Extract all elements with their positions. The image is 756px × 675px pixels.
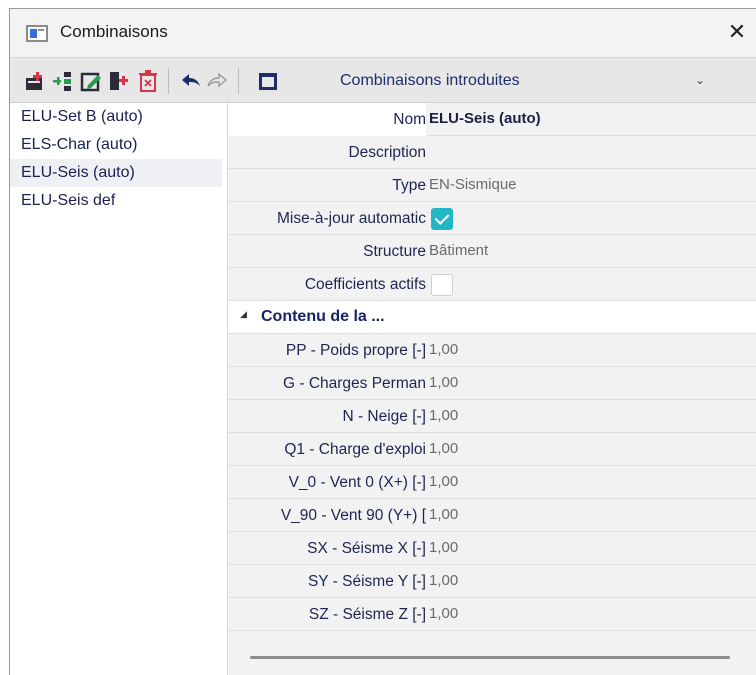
list-item[interactable]: ELU-Seis def xyxy=(10,187,222,215)
load-case-row: Q1 - Charge d'exploi 1,00 xyxy=(228,433,756,466)
property-row-auto-update: Mise-à-jour automatic xyxy=(228,202,756,235)
load-case-label: SY - Séisme Y [-] xyxy=(307,573,426,590)
copy-icon[interactable] xyxy=(108,70,130,92)
chevron-down-icon[interactable]: ⌄ xyxy=(695,73,705,87)
property-label: Coefficients actifs xyxy=(304,276,426,293)
coefficient-field[interactable]: 1,00 xyxy=(429,400,756,433)
new-combination-icon[interactable] xyxy=(24,70,46,92)
edit-icon[interactable] xyxy=(80,70,102,92)
coefficient-field[interactable]: 1,00 xyxy=(429,367,756,400)
property-label: Nom xyxy=(228,103,426,136)
load-case-row: SX - Séisme X [-] 1,00 xyxy=(228,532,756,565)
load-case-row: SY - Séisme Y [-] 1,00 xyxy=(228,565,756,598)
coefficient-field[interactable]: 1,00 xyxy=(429,433,756,466)
section-title: Contenu de la ... xyxy=(261,308,385,325)
load-case-label: SX - Séisme X [-] xyxy=(307,540,426,557)
load-case-label: SZ - Séisme Z [-] xyxy=(308,606,426,623)
load-case-label: N - Neige [-] xyxy=(342,408,426,425)
toolbar-separator xyxy=(238,68,239,94)
table-icon[interactable] xyxy=(258,70,278,92)
property-row-type: Type EN-Sismique xyxy=(228,169,756,202)
collapse-arrow-icon[interactable]: ◢ xyxy=(240,310,247,320)
auto-update-checkbox[interactable] xyxy=(431,208,453,230)
section-header-content[interactable]: ◢ Contenu de la ... xyxy=(228,301,756,334)
load-case-label: V_0 - Vent 0 (X+) [-] xyxy=(288,474,426,491)
horizontal-scrollbar[interactable] xyxy=(250,656,730,659)
title-bar[interactable]: Combinaisons ✕ xyxy=(10,9,756,57)
coefficient-field[interactable]: 1,00 xyxy=(429,499,756,532)
property-row-nom: Nom ELU-Seis (auto) xyxy=(228,103,756,136)
property-row-coefficients: Coefficients actifs xyxy=(228,268,756,301)
property-label: Description xyxy=(348,144,426,161)
load-case-label: V_90 - Vent 90 (Y+) [ xyxy=(280,507,426,524)
structure-value[interactable]: Bâtiment xyxy=(429,235,756,268)
redo-icon[interactable] xyxy=(206,70,228,92)
close-button[interactable]: ✕ xyxy=(717,9,756,57)
load-case-row: G - Charges Perman 1,00 xyxy=(228,367,756,400)
description-field[interactable] xyxy=(429,136,756,169)
combinations-dialog: Combinaisons ✕ Combinaisons introduites … xyxy=(9,8,756,675)
list-item[interactable]: ELU-Set B (auto) xyxy=(10,103,222,131)
window-title: Combinaisons xyxy=(60,22,168,41)
coefficient-field[interactable]: 1,00 xyxy=(429,334,756,367)
list-item[interactable]: ELS-Char (auto) xyxy=(10,131,222,159)
type-value[interactable]: EN-Sismique xyxy=(429,169,756,202)
load-case-label: G - Charges Perman xyxy=(283,375,426,392)
property-label: Mise-à-jour automatic xyxy=(276,210,426,227)
load-case-label: Q1 - Charge d'exploi xyxy=(284,441,426,458)
coefficient-field[interactable]: 1,00 xyxy=(429,565,756,598)
combinations-filter-dropdown[interactable]: Combinaisons introduites ⌄ xyxy=(328,64,748,98)
insert-icon[interactable] xyxy=(52,70,74,92)
load-case-row: V_90 - Vent 90 (Y+) [ 1,00 xyxy=(228,499,756,532)
toolbar: Combinaisons introduites ⌄ xyxy=(10,57,756,103)
property-label: Structure xyxy=(363,243,426,260)
combination-list: ELU-Set B (auto) ELS-Char (auto) ELU-Sei… xyxy=(10,103,228,675)
load-case-row: SZ - Séisme Z [-] 1,00 xyxy=(228,598,756,631)
coefficient-field[interactable]: 1,00 xyxy=(429,598,756,631)
dropdown-value: Combinaisons introduites xyxy=(340,72,520,89)
property-row-description: Description xyxy=(228,136,756,169)
load-case-row: V_0 - Vent 0 (X+) [-] 1,00 xyxy=(228,466,756,499)
coefficient-field[interactable]: 1,00 xyxy=(429,466,756,499)
load-case-row: PP - Poids propre [-] 1,00 xyxy=(228,334,756,367)
delete-icon[interactable] xyxy=(138,70,158,92)
load-case-row: N - Neige [-] 1,00 xyxy=(228,400,756,433)
property-row-structure: Structure Bâtiment xyxy=(228,235,756,268)
name-field[interactable]: ELU-Seis (auto) xyxy=(429,103,756,136)
property-label: Type xyxy=(392,177,426,194)
property-grid: Nom ELU-Seis (auto) Description Type EN-… xyxy=(228,103,756,675)
active-coefficients-checkbox[interactable] xyxy=(431,274,453,296)
list-item-selected[interactable]: ELU-Seis (auto) xyxy=(10,159,222,187)
app-window-icon xyxy=(26,25,48,42)
undo-icon[interactable] xyxy=(180,70,202,92)
coefficient-field[interactable]: 1,00 xyxy=(429,532,756,565)
load-case-label: PP - Poids propre [-] xyxy=(285,342,426,359)
toolbar-separator xyxy=(168,68,169,94)
